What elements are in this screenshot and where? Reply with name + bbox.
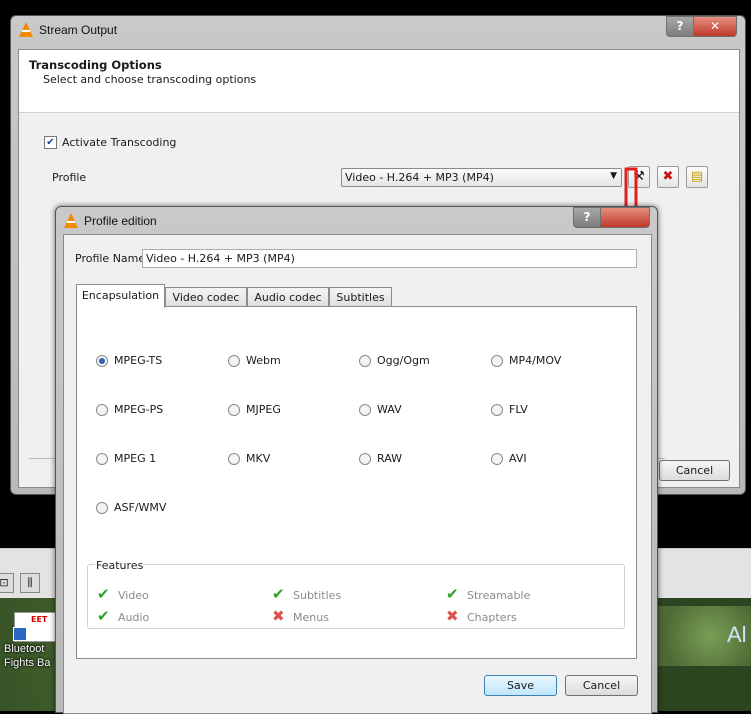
activate-transcoding-checkbox[interactable]: ✔ — [44, 136, 57, 149]
feature-audio: Audio — [118, 611, 150, 624]
activate-transcoding-label[interactable]: Activate Transcoding — [62, 136, 176, 149]
new-profile-button[interactable]: ▤ — [686, 166, 708, 188]
shortcut-label: Bluetoot Fights Ba — [4, 643, 51, 669]
close-button[interactable] — [600, 207, 650, 228]
cancel-button[interactable]: Cancel — [565, 675, 638, 696]
ogg-radio[interactable] — [359, 355, 371, 367]
features-group: Features ✔ Video ✔ Subtitles ✔ Streamabl… — [87, 559, 625, 629]
close-button[interactable]: ✕ — [693, 16, 737, 37]
webm-radio[interactable] — [228, 355, 240, 367]
mpeg-1-label[interactable]: MPEG 1 — [114, 452, 156, 465]
dialog-title: Profile edition — [84, 214, 157, 228]
feature-menus: Menus — [293, 611, 329, 624]
raw-label[interactable]: RAW — [377, 452, 402, 465]
help-button[interactable]: ? — [573, 207, 601, 228]
window-title: Stream Output — [39, 23, 118, 37]
mpeg-1-radio[interactable] — [96, 453, 108, 465]
encapsulation-panel: MPEG-TS Webm Ogg/Ogm MP4/MOV MPEG-PS MJP… — [76, 306, 637, 659]
check-icon: ✔ — [97, 585, 110, 603]
shortcut-arrow-icon — [13, 627, 27, 641]
equalizer-icon[interactable]: ⫼ — [20, 573, 40, 593]
profile-label: Profile — [52, 171, 87, 184]
page-title: Transcoding Options — [29, 58, 162, 72]
mpeg-ps-radio[interactable] — [96, 404, 108, 416]
tab-encapsulation[interactable]: Encapsulation — [76, 284, 165, 308]
save-button[interactable]: Save — [484, 675, 557, 696]
profile-dropdown-value: Video - H.264 + MP3 (MP4) — [345, 171, 494, 184]
mkv-radio[interactable] — [228, 453, 240, 465]
profile-dropdown[interactable]: Video - H.264 + MP3 (MP4) ▼ — [341, 168, 622, 187]
profile-name-value: Video - H.264 + MP3 (MP4) — [146, 252, 295, 265]
asf-wmv-radio[interactable] — [96, 502, 108, 514]
delete-x-icon: ✖ — [662, 169, 674, 184]
cross-icon: ✖ — [446, 607, 459, 625]
new-profile-icon: ▤ — [690, 169, 704, 184]
asf-wmv-label[interactable]: ASF/WMV — [114, 501, 166, 514]
avi-radio[interactable] — [491, 453, 503, 465]
mjpeg-label[interactable]: MJPEG — [246, 403, 281, 416]
features-title: Features — [95, 559, 145, 572]
feature-chapters: Chapters — [467, 611, 517, 624]
profile-name-input[interactable]: Video - H.264 + MP3 (MP4) — [142, 249, 637, 268]
profile-edition-body: Profile Name Video - H.264 + MP3 (MP4) E… — [63, 234, 652, 714]
mkv-label[interactable]: MKV — [246, 452, 270, 465]
map-label: Al — [727, 622, 747, 647]
chevron-down-icon: ▼ — [610, 171, 617, 181]
vlc-cone-icon — [19, 22, 33, 37]
tab-subtitles[interactable]: Subtitles — [329, 287, 392, 307]
vlc-cone-icon — [64, 213, 78, 228]
mp4-mov-radio[interactable] — [491, 355, 503, 367]
shortcut-thumbnail-icon: EET — [13, 612, 56, 642]
webm-label[interactable]: Webm — [246, 354, 281, 367]
mpeg-ts-radio[interactable] — [96, 355, 108, 367]
wav-radio[interactable] — [359, 404, 371, 416]
profile-name-label: Profile Name — [75, 252, 146, 265]
check-icon: ✔ — [97, 607, 110, 625]
flv-radio[interactable] — [491, 404, 503, 416]
page-subtitle: Select and choose transcoding options — [43, 73, 257, 86]
help-button[interactable]: ? — [666, 16, 694, 37]
ogg-label[interactable]: Ogg/Ogm — [377, 354, 430, 367]
feature-streamable: Streamable — [467, 589, 531, 602]
wav-label[interactable]: WAV — [377, 403, 402, 416]
profile-edition-dialog: Profile edition ? Profile Name Video - H… — [55, 206, 658, 714]
fullscreen-icon[interactable]: ⊡ — [0, 573, 14, 593]
tab-video-codec[interactable]: Video codec — [165, 287, 247, 307]
cross-icon: ✖ — [272, 607, 285, 625]
tab-audio-codec[interactable]: Audio codec — [247, 287, 329, 307]
cancel-button[interactable]: Cancel — [659, 460, 730, 481]
feature-video: Video — [118, 589, 149, 602]
raw-radio[interactable] — [359, 453, 371, 465]
check-icon: ✔ — [272, 585, 285, 603]
mpeg-ps-label[interactable]: MPEG-PS — [114, 403, 163, 416]
wizard-header: Transcoding Options Select and choose tr… — [19, 50, 739, 113]
avi-label[interactable]: AVI — [509, 452, 527, 465]
delete-profile-button[interactable]: ✖ — [657, 166, 679, 188]
shortcut-brand: EET — [31, 615, 48, 624]
mjpeg-radio[interactable] — [228, 404, 240, 416]
flv-label[interactable]: FLV — [509, 403, 528, 416]
feature-subtitles: Subtitles — [293, 589, 342, 602]
mpeg-ts-label[interactable]: MPEG-TS — [114, 354, 162, 367]
desktop-shortcut[interactable]: EET Bluetoot Fights Ba — [4, 612, 60, 670]
mp4-mov-label[interactable]: MP4/MOV — [509, 354, 561, 367]
check-icon: ✔ — [446, 585, 459, 603]
